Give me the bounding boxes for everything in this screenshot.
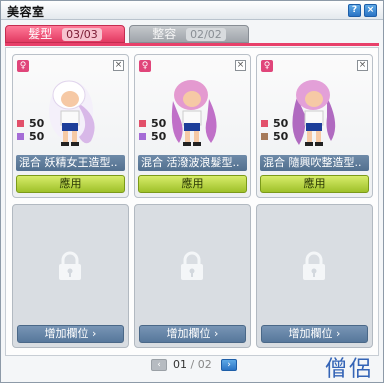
prev-page-button[interactable]: ‹ <box>151 359 167 371</box>
locked-slot-1: 增加欄位 › <box>12 204 129 348</box>
add-slot-button[interactable]: 增加欄位 › <box>139 325 246 343</box>
tab-face-label: 整容 <box>152 27 177 41</box>
character-avatar <box>171 80 217 146</box>
hair-name: 混合 活潑波浪髮型.. <box>138 155 247 171</box>
lock-icon <box>303 251 325 280</box>
remove-slot-button[interactable]: × <box>113 60 124 71</box>
apply-button[interactable]: 應用 <box>16 175 125 193</box>
tab-face-count: 02/02 <box>186 28 226 41</box>
title-bar[interactable]: 美容室 ? × <box>1 1 383 20</box>
tab-face[interactable]: 整容 02/02 <box>129 25 249 43</box>
stat-row: 50 <box>261 130 288 143</box>
watermark-text: 僧侶 <box>324 357 373 382</box>
page-indicator: 01 / 02 <box>173 358 212 371</box>
locked-slot-2: 增加欄位 › <box>134 204 251 348</box>
character-avatar <box>292 80 336 146</box>
stat-row: 50 <box>17 117 44 130</box>
chevron-right-icon: › <box>92 327 97 340</box>
stat-color-icon <box>261 120 268 127</box>
hair-name: 混合 隨興吹整造型.. <box>260 155 369 171</box>
stat-color-icon <box>17 120 24 127</box>
add-slot-button[interactable]: 增加欄位 › <box>17 325 124 343</box>
slot-grid: ♀ × 50 50 混合 妖精女王造型.. 應用 ♀ × 50 50 混合 活潑… <box>5 47 379 356</box>
chevron-right-icon: › <box>336 327 341 340</box>
stat-row: 50 <box>261 117 288 130</box>
window-title: 美容室 <box>7 5 45 19</box>
add-slot-button[interactable]: 增加欄位 › <box>261 325 368 343</box>
tab-bar: 髮型 03/03 整容 02/02 <box>1 21 383 47</box>
female-icon: ♀ <box>261 60 273 72</box>
tab-hair-count: 03/03 <box>62 28 102 41</box>
remove-slot-button[interactable]: × <box>235 60 246 71</box>
stat-color-icon <box>139 133 146 140</box>
hair-slot-3[interactable]: ♀ × 50 50 混合 隨興吹整造型.. 應用 <box>256 54 373 198</box>
female-icon: ♀ <box>139 60 151 72</box>
beauty-salon-window: 美容室 ? × 髮型 03/03 整容 02/02 ♀ × 50 50 混合 妖… <box>0 0 384 383</box>
tab-hair-label: 髮型 <box>28 27 53 41</box>
hair-slot-1[interactable]: ♀ × 50 50 混合 妖精女王造型.. 應用 <box>12 54 129 198</box>
stat-row: 50 <box>139 117 166 130</box>
character-avatar <box>49 80 95 146</box>
lock-icon <box>59 251 81 280</box>
remove-slot-button[interactable]: × <box>357 60 368 71</box>
chevron-right-icon: › <box>214 327 219 340</box>
stat-color-icon <box>17 133 24 140</box>
apply-button[interactable]: 應用 <box>260 175 369 193</box>
tab-underline <box>5 43 379 46</box>
stat-color-icon <box>139 120 146 127</box>
stat-color-icon <box>261 133 268 140</box>
help-button[interactable]: ? <box>348 4 361 17</box>
apply-button[interactable]: 應用 <box>138 175 247 193</box>
stat-row: 50 <box>17 130 44 143</box>
hair-name: 混合 妖精女王造型.. <box>16 155 125 171</box>
close-button[interactable]: × <box>364 4 377 17</box>
female-icon: ♀ <box>17 60 29 72</box>
stat-row: 50 <box>139 130 166 143</box>
next-page-button[interactable]: › <box>221 359 237 371</box>
locked-slot-3: 增加欄位 › <box>256 204 373 348</box>
hair-slot-2[interactable]: ♀ × 50 50 混合 活潑波浪髮型.. 應用 <box>134 54 251 198</box>
lock-icon <box>181 251 203 280</box>
tab-hair[interactable]: 髮型 03/03 <box>5 25 125 43</box>
